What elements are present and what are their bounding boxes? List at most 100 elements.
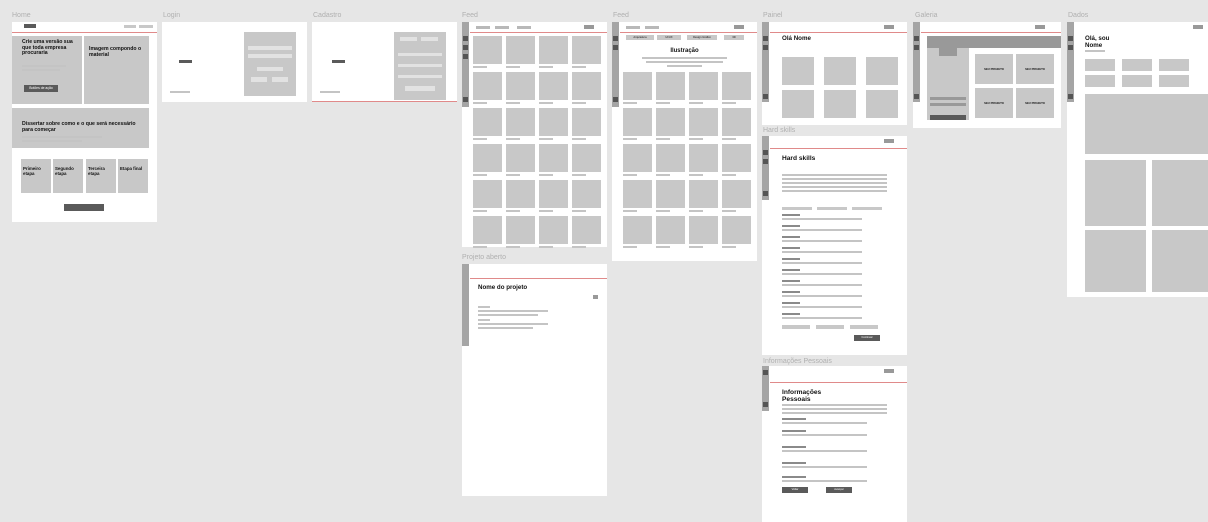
feed-thumbnail[interactable] [656,216,685,244]
feed-menu-button[interactable] [584,25,594,29]
feed2-menu-button[interactable] [734,25,744,29]
dados-menu-button[interactable] [1193,25,1203,29]
feed-thumbnail[interactable] [722,108,751,136]
project-card-4[interactable]: SEU PROJETO [1016,88,1054,118]
email-input[interactable] [248,46,292,50]
feed-thumbnail[interactable] [722,180,751,208]
feed-thumbnail[interactable] [539,180,568,208]
feed-thumbnail[interactable] [722,216,751,244]
feed2-sidebar [612,22,619,107]
hard-option-2[interactable] [816,325,844,329]
feed-thumbnail[interactable] [473,36,502,64]
linkedin-signup[interactable] [421,37,438,41]
share-icon[interactable] [593,295,598,299]
password-input[interactable] [248,54,292,58]
feed-thumbnail[interactable] [539,72,568,100]
feed-thumbnail[interactable] [473,108,502,136]
info-back-button[interactable]: Voltar [782,487,808,493]
feed-thumbnail[interactable] [722,72,751,100]
hero-action-button[interactable]: Botões de ação [24,85,58,92]
painel-menu-button[interactable] [884,25,894,29]
feed-thumbnail[interactable] [656,180,685,208]
hard-continue-button[interactable]: Continuar [854,335,880,341]
feed-thumbnail[interactable] [572,36,601,64]
feed-thumbnail[interactable] [689,72,718,100]
filter-arquitetura[interactable]: Arquitetura [626,35,654,40]
feed-thumbnail[interactable] [623,108,652,136]
project-card-1[interactable]: SEU PROJETO [975,54,1013,84]
feed-thumbnail[interactable] [572,144,601,172]
feed-thumbnail[interactable] [689,180,718,208]
info-frame: Informações Pessoais Voltar Avançar [762,366,907,522]
feed-thumbnail[interactable] [689,216,718,244]
galeria-action-button[interactable] [930,115,966,120]
painel-card-4[interactable] [782,90,814,118]
google-signup[interactable] [400,37,417,41]
login-logo [179,60,192,63]
feed-thumbnail[interactable] [473,180,502,208]
feed-thumbnail[interactable] [623,144,652,172]
info-next-button[interactable]: Avançar [826,487,852,493]
painel-card-5[interactable] [824,90,856,118]
feed-thumbnail[interactable] [722,144,751,172]
feed-thumbnail[interactable] [656,72,685,100]
signup-button[interactable] [405,86,435,91]
login-button[interactable] [257,67,283,71]
login-form [244,32,296,96]
feed-frame-2: Arquitetura UI/UX Design Gráfico 3D Ilus… [612,22,757,261]
home-frame: Crie uma versão sua que toda empresa pro… [12,22,157,222]
feed-thumbnail[interactable] [539,144,568,172]
filter-3d[interactable]: 3D [724,35,744,40]
feed-thumbnail[interactable] [506,72,535,100]
feed-thumbnail[interactable] [572,108,601,136]
linkedin-button[interactable] [272,77,288,82]
feed-thumbnail[interactable] [572,216,601,244]
feed-thumbnail[interactable] [506,180,535,208]
feed-thumbnail[interactable] [656,144,685,172]
galeria-menu-button[interactable] [1035,25,1045,29]
feed-thumbnail[interactable] [506,144,535,172]
step-label-1: Primeiro etapa [23,166,41,176]
painel-greeting: Olá Nome [782,35,811,42]
google-button[interactable] [251,77,267,82]
feed-thumbnail[interactable] [572,180,601,208]
password-field[interactable] [398,75,442,78]
hard-option-3[interactable] [850,325,878,329]
feed-thumbnail[interactable] [473,216,502,244]
hard-skills-frame: Hard skills Continuar [762,136,907,355]
feed-thumbnail[interactable] [623,180,652,208]
feed-thumbnail[interactable] [572,72,601,100]
painel-card-1[interactable] [782,57,814,85]
feed-thumbnail[interactable] [506,36,535,64]
feed-thumbnail[interactable] [656,108,685,136]
home-cta-button[interactable] [64,204,104,211]
feed-thumbnail[interactable] [539,216,568,244]
feed-thumbnail[interactable] [506,216,535,244]
feed-thumbnail[interactable] [539,36,568,64]
feed-thumbnail[interactable] [623,216,652,244]
filter-uiux[interactable]: UI/UX [657,35,681,40]
project-card-2[interactable]: SEU PROJETO [1016,54,1054,84]
feed-thumbnail[interactable] [473,144,502,172]
painel-card-6[interactable] [866,90,898,118]
painel-card-2[interactable] [824,57,856,85]
frame-label-feed-2: Feed [613,12,629,19]
nav-login[interactable] [124,25,136,28]
dados-block-1 [1085,94,1208,154]
logo [24,24,36,28]
project-card-3[interactable]: SEU PROJETO [975,88,1013,118]
filter-design-grafico[interactable]: Design Gráfico [687,35,717,40]
painel-card-3[interactable] [866,57,898,85]
info-menu-button[interactable] [884,369,894,373]
feed-thumbnail[interactable] [689,144,718,172]
hard-menu-button[interactable] [884,139,894,143]
feed-thumbnail[interactable] [473,72,502,100]
feed-thumbnail[interactable] [506,108,535,136]
feed-thumbnail[interactable] [539,108,568,136]
feed-thumbnail[interactable] [689,108,718,136]
name-input[interactable] [398,53,442,56]
email-field[interactable] [398,64,442,67]
hard-option-1[interactable] [782,325,810,329]
feed-thumbnail[interactable] [623,72,652,100]
nav-cadastro[interactable] [139,25,153,28]
